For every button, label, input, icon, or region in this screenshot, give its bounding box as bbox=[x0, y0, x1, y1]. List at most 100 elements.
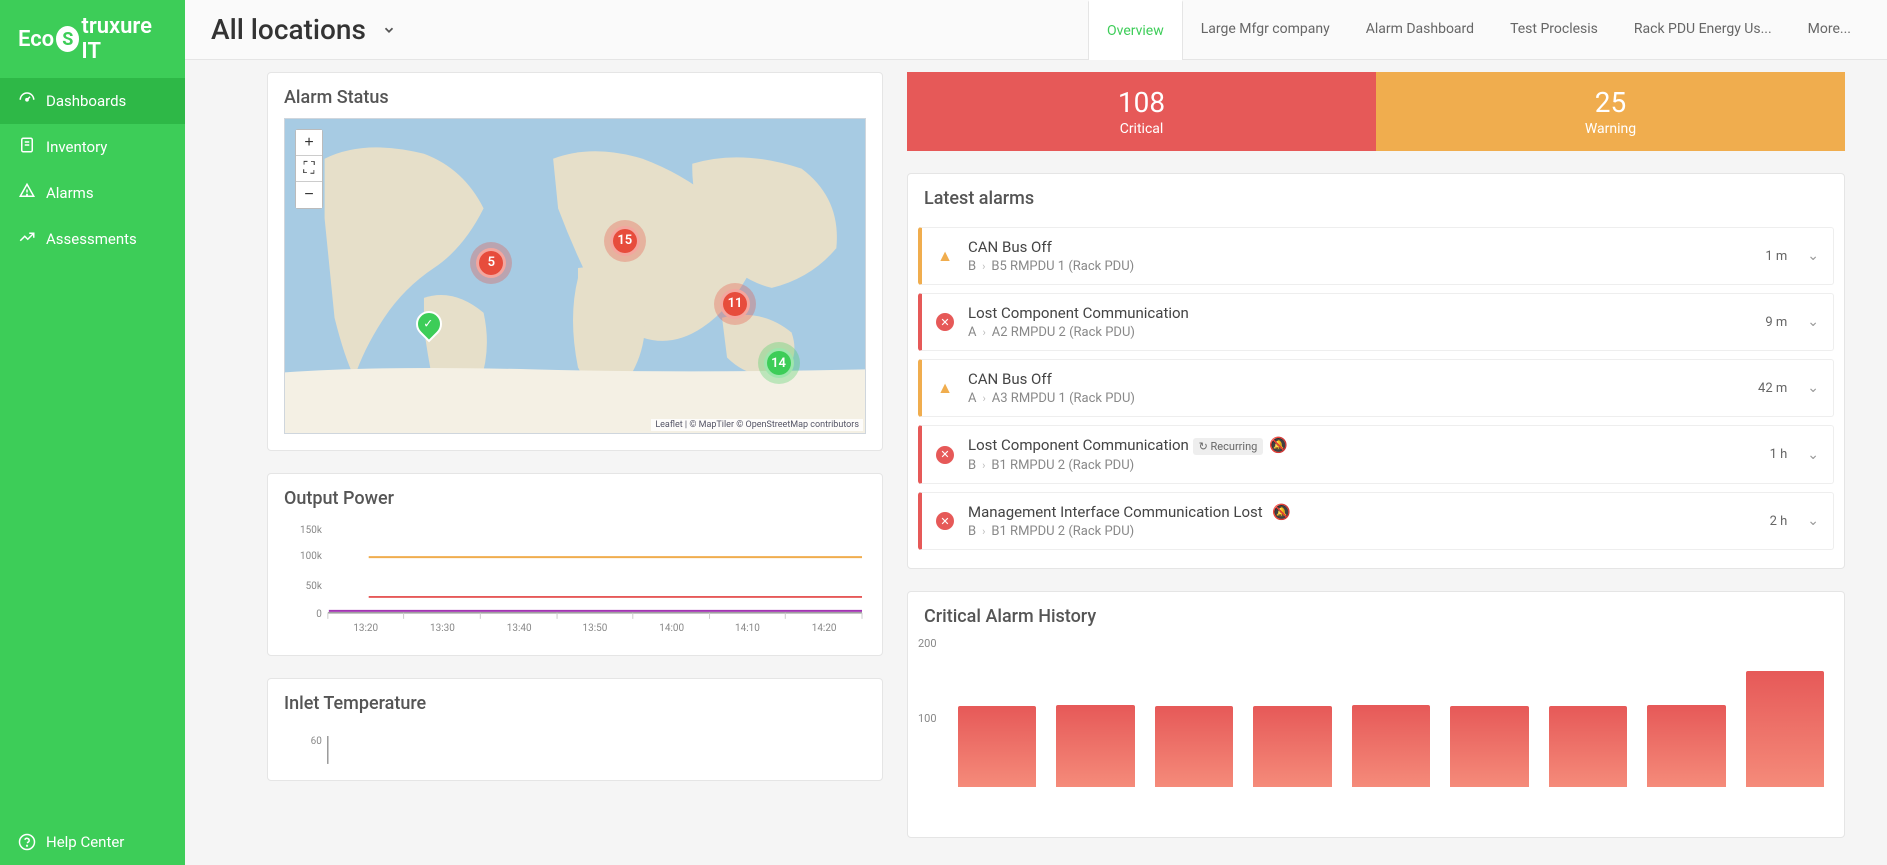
map-attribution: Leaflet | © MapTiler © OpenStreetMap con… bbox=[651, 419, 863, 431]
svg-text:13:30: 13:30 bbox=[430, 623, 455, 634]
sidebar-item-label: Alarms bbox=[46, 184, 94, 202]
sidebar-item-assessments[interactable]: Assessments bbox=[0, 216, 185, 262]
output-power-chart: 150k 100k 50k 0 bbox=[284, 519, 866, 639]
alarm-location: B›B5 RMPDU 1 (Rack PDU) bbox=[968, 259, 1765, 274]
brand-mid-icon: S bbox=[56, 26, 79, 52]
history-bar bbox=[1549, 706, 1627, 787]
stat-critical-label: Critical bbox=[907, 121, 1376, 137]
brand-pre: Eco bbox=[18, 27, 54, 52]
svg-text:13:50: 13:50 bbox=[583, 623, 608, 634]
alarm-title: Management Interface Communication Lost … bbox=[968, 503, 1770, 521]
sidebar: Eco S truxure IT DashboardsInventoryAlar… bbox=[0, 0, 185, 865]
history-bar bbox=[1253, 706, 1331, 787]
inlet-temp-card: Inlet Temperature 60 bbox=[267, 678, 883, 781]
help-icon bbox=[18, 833, 36, 851]
alarm-item[interactable]: ▲ CAN Bus Off A›A3 RMPDU 1 (Rack PDU)42 m… bbox=[918, 359, 1834, 417]
alarm-title: Lost Component Communication bbox=[968, 304, 1765, 322]
topbar: All locations OverviewLarge Mfgr company… bbox=[185, 0, 1887, 60]
stat-critical-value: 108 bbox=[907, 86, 1376, 119]
critical-history-chart: 200 100 bbox=[908, 637, 1844, 837]
critical-icon: ✕ bbox=[936, 512, 954, 530]
tab-large-mfgr-company[interactable]: Large Mfgr company bbox=[1183, 0, 1348, 59]
critical-history-card: Critical Alarm History 200 100 bbox=[907, 591, 1845, 838]
alarm-item[interactable]: ✕ Management Interface Communication Lost… bbox=[918, 492, 1834, 550]
map-pin[interactable]: 14 bbox=[764, 348, 794, 378]
world-map[interactable]: + ⛶ − 5 15 11 14 Leaflet | © MapTiler © Ope… bbox=[284, 118, 866, 434]
alarm-time: 1 m bbox=[1765, 249, 1787, 264]
sidebar-item-alarms[interactable]: Alarms bbox=[0, 170, 185, 216]
svg-text:150k: 150k bbox=[300, 525, 323, 536]
map-zoom-out[interactable]: − bbox=[296, 182, 322, 208]
stat-row: 108 Critical 25 Warning bbox=[907, 72, 1845, 151]
stat-warning-label: Warning bbox=[1376, 121, 1845, 137]
location-selector[interactable]: All locations bbox=[185, 13, 422, 46]
alarm-icon bbox=[18, 182, 36, 204]
muted-icon: 🔕 bbox=[1272, 503, 1291, 521]
app-root: Eco S truxure IT DashboardsInventoryAlar… bbox=[0, 0, 1887, 865]
map-pin[interactable]: 11 bbox=[720, 289, 750, 319]
tab-rack-pdu-energy-us-[interactable]: Rack PDU Energy Us... bbox=[1616, 0, 1790, 59]
alarm-item[interactable]: ▲CAN Bus Off B›B5 RMPDU 1 (Rack PDU)1 m⌄ bbox=[918, 227, 1834, 285]
critical-icon: ✕ bbox=[936, 313, 954, 331]
bar-area bbox=[958, 637, 1824, 787]
history-bar bbox=[1056, 705, 1134, 788]
alarm-item[interactable]: ✕Lost Component Communication A›A2 RMPDU… bbox=[918, 293, 1834, 351]
content-scroll[interactable]: Alarm Status bbox=[185, 60, 1887, 865]
output-power-card: Output Power 150k 100k 50k 0 bbox=[267, 473, 883, 656]
top-tabs: OverviewLarge Mfgr companyAlarm Dashboar… bbox=[1088, 0, 1887, 59]
latest-alarms-title: Latest alarms bbox=[908, 174, 1844, 219]
history-bar bbox=[1746, 671, 1824, 787]
main: All locations OverviewLarge Mfgr company… bbox=[185, 0, 1887, 865]
map-pin[interactable]: 15 bbox=[610, 226, 640, 256]
svg-text:50k: 50k bbox=[306, 581, 323, 592]
right-column: 108 Critical 25 Warning Latest alarms ▲ C… bbox=[907, 72, 1845, 838]
history-bar bbox=[958, 706, 1036, 787]
sidebar-item-label: Inventory bbox=[46, 138, 107, 156]
bar-y-axis: 200 100 bbox=[918, 637, 937, 787]
chevron-down-icon bbox=[382, 23, 396, 37]
stat-warning[interactable]: 25 Warning bbox=[1376, 72, 1845, 151]
alarm-time: 42 m bbox=[1758, 381, 1787, 396]
tab-alarm-dashboard[interactable]: Alarm Dashboard bbox=[1348, 0, 1492, 59]
alarm-location: A›A3 RMPDU 1 (Rack PDU) bbox=[968, 391, 1758, 406]
sidebar-item-inventory[interactable]: Inventory bbox=[0, 124, 185, 170]
warning-icon: ▲ bbox=[936, 247, 954, 265]
alarm-item[interactable]: ✕ Lost Component Communication ↻ Recurrin… bbox=[918, 425, 1834, 484]
tab-more-[interactable]: More... bbox=[1790, 0, 1869, 59]
latest-alarms-card: Latest alarms ▲ CAN Bus Off B›B5 RMPDU 1 … bbox=[907, 173, 1845, 569]
help-center-label: Help Center bbox=[46, 833, 124, 851]
svg-text:0: 0 bbox=[316, 609, 322, 620]
map-fullscreen[interactable]: ⛶ bbox=[296, 156, 322, 182]
svg-text:13:20: 13:20 bbox=[353, 623, 378, 634]
chevron-down-icon: ⌄ bbox=[1807, 314, 1819, 330]
alarm-status-card: Alarm Status bbox=[267, 72, 883, 451]
output-power-title: Output Power bbox=[268, 474, 882, 519]
alarm-location: B›B1 RMPDU 2 (Rack PDU) bbox=[968, 458, 1770, 473]
stat-warning-value: 25 bbox=[1376, 86, 1845, 119]
svg-text:14:00: 14:00 bbox=[659, 623, 684, 634]
dashboard-icon bbox=[18, 90, 36, 112]
critical-history-title: Critical Alarm History bbox=[908, 592, 1844, 637]
critical-icon: ✕ bbox=[936, 446, 954, 464]
left-column: Alarm Status bbox=[267, 72, 883, 838]
chevron-down-icon: ⌄ bbox=[1807, 380, 1819, 396]
alarm-title: CAN Bus Off bbox=[968, 370, 1758, 388]
chevron-down-icon: ⌄ bbox=[1807, 248, 1819, 264]
tab-overview[interactable]: Overview bbox=[1088, 0, 1183, 60]
sidebar-item-dashboards[interactable]: Dashboards bbox=[0, 78, 185, 124]
map-zoom-in[interactable]: + bbox=[296, 130, 322, 156]
stat-critical[interactable]: 108 Critical bbox=[907, 72, 1376, 151]
alarm-title: Lost Component Communication ↻ Recurring… bbox=[968, 436, 1770, 455]
map-pin[interactable]: 5 bbox=[476, 248, 506, 278]
history-bar bbox=[1352, 705, 1430, 788]
warning-icon: ▲ bbox=[936, 379, 954, 397]
chevron-down-icon: ⌄ bbox=[1807, 513, 1819, 529]
help-center-link[interactable]: Help Center bbox=[0, 819, 185, 865]
svg-text:14:10: 14:10 bbox=[735, 623, 760, 634]
inventory-icon bbox=[18, 136, 36, 158]
map-svg bbox=[285, 119, 865, 433]
sidebar-item-label: Dashboards bbox=[46, 92, 126, 110]
alarm-list: ▲ CAN Bus Off B›B5 RMPDU 1 (Rack PDU)1 m ⌄… bbox=[908, 227, 1844, 568]
chevron-down-icon: ⌄ bbox=[1807, 447, 1819, 463]
tab-test-proclesis[interactable]: Test Proclesis bbox=[1492, 0, 1616, 59]
